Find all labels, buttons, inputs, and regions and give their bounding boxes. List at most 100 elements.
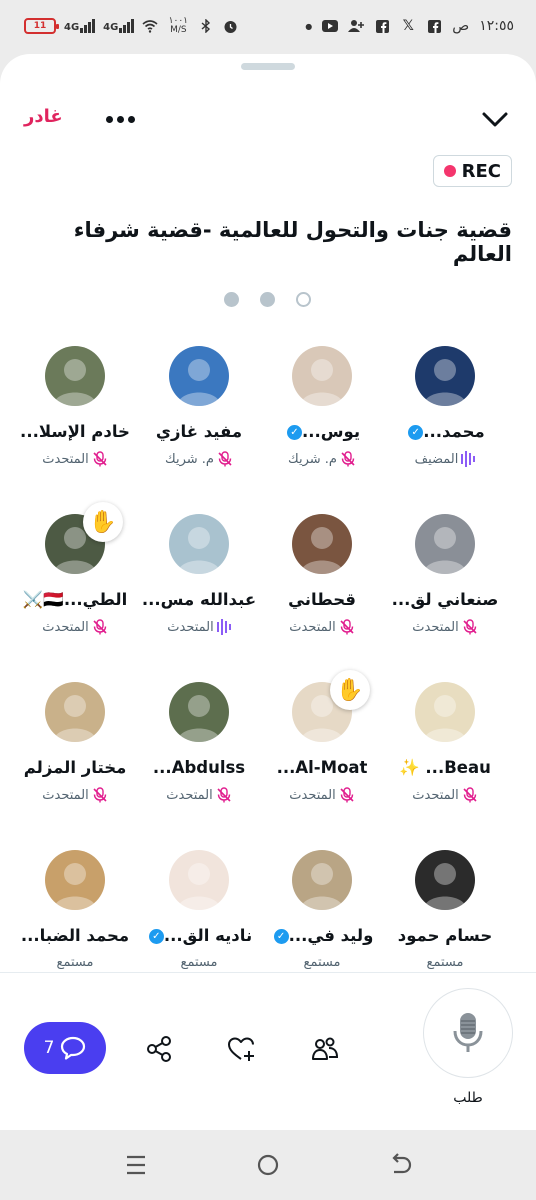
microphone-icon bbox=[453, 1013, 483, 1052]
share-button[interactable] bbox=[144, 1034, 174, 1064]
mic-off-icon bbox=[462, 787, 478, 803]
system-nav-bar bbox=[0, 1130, 536, 1200]
participant-tile[interactable]: وليد في...✓ مستمع bbox=[262, 850, 382, 1000]
leave-button[interactable]: غادر bbox=[24, 106, 63, 127]
participant-name: مفيد غازي bbox=[139, 422, 259, 441]
participant-tile[interactable]: يوس...✓ م. شريك bbox=[262, 346, 382, 496]
participant-tile[interactable]: قحطاني المتحدث bbox=[262, 514, 382, 664]
participant-role-text: مستمع bbox=[56, 955, 94, 970]
participant-tile[interactable]: خادم الإسلا... المتحدث bbox=[15, 346, 135, 496]
participant-tile[interactable]: مختار المزلم المتحدث bbox=[15, 682, 135, 832]
collapse-button[interactable] bbox=[480, 106, 510, 132]
net-speed: ١٠٠١ M/S bbox=[168, 16, 189, 35]
participant-name-text: الطي...🇾🇪⚔️ bbox=[22, 590, 128, 609]
participant-tile[interactable]: عبدالله مس... المتحدث bbox=[139, 514, 259, 664]
participant-name: صنعاني لق... bbox=[385, 590, 505, 609]
participant-role: المتحدث bbox=[385, 619, 505, 635]
chat-button[interactable]: 7 bbox=[24, 1022, 106, 1074]
participant-role-text: المتحدث bbox=[42, 787, 89, 803]
recent-apps-button[interactable] bbox=[124, 1152, 150, 1178]
space-header: غادر bbox=[0, 104, 536, 134]
avatar[interactable] bbox=[169, 682, 229, 742]
avatar[interactable] bbox=[415, 514, 475, 574]
avatar[interactable] bbox=[415, 682, 475, 742]
participant-role-text: مستمع bbox=[180, 955, 218, 970]
participant-name-text: صنعاني لق... bbox=[391, 590, 499, 609]
avatar[interactable] bbox=[415, 850, 475, 910]
participant-tile[interactable]: ✋ Al-Moat... المتحدث bbox=[262, 670, 382, 832]
participant-role: مستمع bbox=[262, 955, 382, 970]
avatar[interactable] bbox=[292, 514, 352, 574]
avatar[interactable] bbox=[169, 850, 229, 910]
participant-role: المتحدث bbox=[262, 787, 382, 803]
participant-name-text: محمد... bbox=[423, 422, 485, 441]
avatar[interactable] bbox=[45, 850, 105, 910]
chevron-down-icon bbox=[482, 112, 508, 127]
more-options-button[interactable] bbox=[100, 104, 140, 134]
avatar[interactable] bbox=[45, 346, 105, 406]
avatar[interactable] bbox=[169, 346, 229, 406]
page-dot[interactable] bbox=[260, 292, 275, 307]
mic-off-icon bbox=[216, 787, 232, 803]
participant-tile[interactable]: حسام حمود مستمع bbox=[385, 850, 505, 1000]
verified-badge-icon: ✓ bbox=[273, 929, 289, 944]
avatar[interactable] bbox=[415, 346, 475, 406]
participant-name: محمد...✓ bbox=[385, 422, 505, 441]
participant-name: محمد الضبا... bbox=[15, 926, 135, 945]
participant-name-text: وليد في... bbox=[288, 926, 374, 945]
participant-name-text: عبدالله مس... bbox=[141, 590, 257, 609]
signal-icon-2: 4G bbox=[103, 19, 135, 33]
people-button[interactable] bbox=[310, 1034, 340, 1064]
space-sheet: غادر REC قضية جنات والتحول للعالمية -قضي… bbox=[0, 54, 536, 1130]
sheet-grabber[interactable] bbox=[241, 63, 295, 70]
participant-role-text: مستمع bbox=[303, 955, 341, 970]
participant-tile[interactable]: Abdulss... المتحدث bbox=[139, 682, 259, 832]
participant-tile[interactable]: ناديه الق...✓ مستمع bbox=[139, 850, 259, 1000]
more-dot-icon bbox=[116, 115, 124, 123]
participant-role: المتحدث bbox=[139, 619, 259, 635]
signal-icon: 4G bbox=[64, 19, 96, 33]
participant-name-text: يوس... bbox=[301, 422, 361, 441]
participant-tile[interactable]: محمد...✓ المضيف bbox=[385, 346, 505, 496]
facebook-icon bbox=[374, 19, 390, 33]
participant-role: المتحدث bbox=[15, 787, 135, 803]
participant-name-text: حسام حمود bbox=[397, 926, 493, 945]
page-dot[interactable] bbox=[224, 292, 239, 307]
participant-name: قحطاني bbox=[262, 590, 382, 609]
participant-name: الطي...🇾🇪⚔️ bbox=[15, 590, 135, 610]
more-dot-icon bbox=[127, 115, 135, 123]
participant-tile[interactable]: محمد الضبا... مستمع bbox=[15, 850, 135, 1000]
battery-icon: 11 bbox=[24, 18, 59, 34]
participant-role-text: المتحدث bbox=[166, 787, 213, 803]
rec-label: REC bbox=[461, 160, 501, 182]
participant-role-text: المتحدث bbox=[412, 619, 459, 635]
youtube-icon bbox=[322, 19, 339, 33]
avatar[interactable] bbox=[292, 850, 352, 910]
people-icon bbox=[312, 1037, 339, 1060]
bluetooth-icon bbox=[198, 19, 214, 33]
participant-role: المضيف bbox=[385, 451, 505, 467]
participant-tile[interactable]: Beau... ✨ المتحدث bbox=[385, 682, 505, 832]
participant-tile[interactable]: ✋ الطي...🇾🇪⚔️ المتحدث bbox=[15, 502, 135, 664]
home-button[interactable] bbox=[255, 1152, 281, 1178]
participant-name: عبدالله مس... bbox=[139, 590, 259, 609]
wifi-icon bbox=[142, 19, 158, 33]
participant-role: مستمع bbox=[385, 955, 505, 970]
avatar[interactable] bbox=[292, 346, 352, 406]
participant-role-text: المضيف bbox=[414, 451, 459, 467]
back-button[interactable] bbox=[388, 1152, 414, 1178]
react-button[interactable] bbox=[226, 1034, 256, 1064]
participant-tile[interactable]: صنعاني لق... المتحدث bbox=[385, 514, 505, 664]
participant-name: Beau... ✨ bbox=[385, 758, 505, 778]
avatar[interactable] bbox=[45, 682, 105, 742]
status-left: 11 4G 4G ١٠٠١ M/S bbox=[24, 17, 238, 35]
mic-off-icon bbox=[92, 451, 108, 467]
participant-tile[interactable]: مفيد غازي م. شريك bbox=[139, 346, 259, 496]
page-dot-current[interactable] bbox=[296, 292, 311, 307]
participant-role: المتحدث bbox=[15, 619, 135, 635]
request-speak-button[interactable] bbox=[423, 988, 513, 1078]
menu-lines-icon bbox=[127, 1155, 145, 1175]
speaking-bars-icon bbox=[461, 451, 476, 467]
chat-bubble-icon bbox=[61, 1036, 86, 1060]
avatar[interactable] bbox=[169, 514, 229, 574]
